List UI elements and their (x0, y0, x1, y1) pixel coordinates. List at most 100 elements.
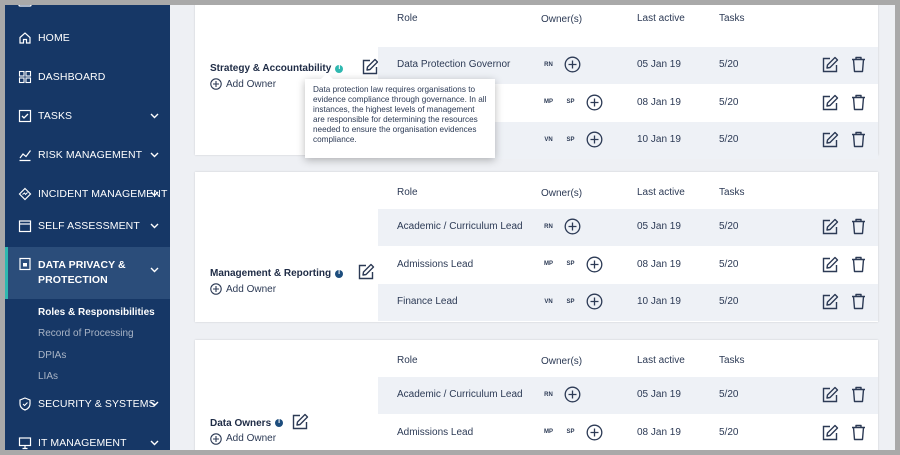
sidebar-item-home[interactable]: HOME (5, 23, 170, 53)
app-icon (18, 5, 32, 7)
sidebar-item-self-assessment[interactable]: SELF ASSESSMENT (5, 211, 170, 241)
table-row: Admissions Lead MP SP 08 Jan 19 5/20 (378, 415, 878, 451)
owner-avatar[interactable]: RN (541, 387, 556, 402)
last-active-date: 05 Jan 19 (637, 221, 681, 232)
role-name: Academic / Curriculum Lead (397, 389, 523, 400)
task-count: 5/20 (719, 389, 739, 400)
assessment-icon (18, 219, 32, 233)
subnav-record-of-processing[interactable]: Record of Processing (38, 328, 134, 339)
sidebar-item-security-systems[interactable]: SECURITY & SYSTEMS (5, 389, 170, 419)
add-owner-icon[interactable] (586, 131, 603, 148)
group-title: Data Owners (210, 413, 309, 434)
plus-circle-icon (210, 432, 222, 445)
task-count: 5/20 (719, 296, 739, 307)
add-owner-button[interactable]: Add Owner (210, 283, 276, 295)
owner-avatar[interactable]: SP (563, 294, 578, 309)
last-active-date: 08 Jan 19 (637, 258, 681, 270)
edit-icon[interactable] (821, 94, 839, 112)
info-icon[interactable] (335, 64, 344, 73)
sidebar-item-dashboard[interactable]: DASHBOARD (5, 62, 170, 92)
trash-icon[interactable] (851, 131, 866, 148)
sidebar-item-data-privacy[interactable]: DATA PRIVACY & PROTECTION (5, 247, 170, 299)
edit-group-button[interactable] (357, 263, 375, 284)
last-active-date: 05 Jan 19 (637, 59, 681, 70)
task-count: 5/20 (719, 59, 739, 70)
table-row: Academic / Curriculum Lead RN 05 Jan 19 5/2… (378, 377, 878, 414)
add-owner-icon[interactable] (586, 293, 603, 310)
group-info: Data OwnersAdd Owner (195, 340, 378, 450)
column-header-owners: Owner(s) (541, 188, 583, 199)
table-row: Academic / Curriculum Lead RN 05 Jan 19 5/2… (378, 209, 878, 246)
role-name: Finance Lead (397, 296, 458, 307)
sidebar-item-label: RISK MANAGEMENT (38, 149, 143, 161)
task-count: 5/20 (719, 96, 739, 108)
sidebar-item-risk-management[interactable]: RISK MANAGEMENT (5, 140, 170, 170)
owner-avatar[interactable]: SP (563, 95, 578, 110)
edit-icon[interactable] (821, 424, 839, 442)
trash-icon[interactable] (851, 386, 866, 403)
edit-icon[interactable] (821, 218, 839, 236)
edit-icon[interactable] (821, 293, 839, 311)
owner-avatar[interactable]: SP (563, 425, 578, 440)
subnav-roles-responsibilities[interactable]: Roles & Responsibilities (38, 307, 155, 318)
dashboard-icon (18, 70, 32, 84)
subnav-dpias[interactable]: DPIAs (38, 350, 66, 361)
incident-icon (18, 187, 32, 201)
chart-icon (18, 148, 32, 162)
column-header-tasks: Tasks (719, 355, 745, 366)
edit-icon[interactable] (821, 386, 839, 404)
edit-group-button[interactable] (291, 413, 309, 434)
last-active-date: 10 Jan 19 (637, 134, 681, 145)
task-count: 5/20 (719, 426, 739, 438)
shield-icon (18, 397, 32, 411)
trash-icon[interactable] (851, 256, 866, 273)
trash-icon[interactable] (851, 94, 866, 111)
owner-avatar[interactable]: RN (541, 219, 556, 234)
owner-avatar[interactable]: VN (541, 132, 556, 147)
info-icon[interactable] (275, 418, 284, 427)
add-owner-icon[interactable] (564, 56, 581, 73)
sidebar-item-incident-management[interactable]: INCIDENT MANAGEMENT (5, 179, 170, 209)
trash-icon[interactable] (851, 218, 866, 235)
info-icon[interactable] (335, 269, 344, 278)
sidebar-item-it-management[interactable]: IT MANAGEMENT (5, 428, 170, 450)
task-count: 5/20 (719, 134, 739, 145)
role-name: Academic / Curriculum Lead (397, 221, 523, 232)
lock-icon (18, 257, 32, 271)
last-active-date: 10 Jan 19 (637, 296, 681, 307)
add-owner-icon[interactable] (564, 386, 581, 403)
trash-icon[interactable] (851, 293, 866, 310)
trash-icon[interactable] (851, 424, 866, 441)
owner-avatar[interactable]: VN (541, 294, 556, 309)
owner-avatar[interactable]: MP (541, 95, 556, 110)
add-owner-button[interactable]: Add Owner (210, 78, 276, 90)
owner-avatar[interactable]: MP (541, 425, 556, 440)
owner-avatar[interactable]: RN (541, 57, 556, 72)
table-row: Finance Lead VN SP 10 Jan 19 5/20 (378, 284, 878, 321)
edit-icon[interactable] (821, 131, 839, 149)
column-header-owners: Owner(s) (541, 356, 583, 367)
add-owner-icon[interactable] (586, 94, 603, 111)
edit-icon[interactable] (821, 256, 839, 274)
column-header-role: Role (397, 13, 418, 24)
sidebar: HOME DASHBOARD TASKS RISK MANAGEMENT INC… (5, 5, 170, 450)
trash-icon[interactable] (851, 56, 866, 73)
sidebar-item-label: DATA PRIVACY & PROTECTION (38, 259, 126, 286)
add-owner-icon[interactable] (564, 218, 581, 235)
add-owner-icon[interactable] (586, 424, 603, 441)
sidebar-item-label: HOME (38, 32, 70, 44)
owner-avatar[interactable]: SP (563, 132, 578, 147)
sidebar-item-tasks[interactable]: TASKS (5, 101, 170, 131)
sidebar-item-label: SECURITY & SYSTEMS (38, 398, 156, 410)
chevron-down-icon (150, 401, 159, 407)
add-owner-icon[interactable] (586, 256, 603, 273)
subnav-lias[interactable]: LIAs (38, 371, 58, 382)
owner-avatar[interactable]: SP (563, 257, 578, 272)
column-header-last-active: Last active (637, 355, 685, 366)
edit-icon[interactable] (821, 56, 839, 74)
chevron-down-icon (150, 152, 159, 158)
column-header-role: Role (397, 187, 418, 198)
edit-group-button[interactable] (361, 58, 379, 79)
owner-avatar[interactable]: MP (541, 257, 556, 272)
add-owner-button[interactable]: Add Owner (210, 432, 276, 445)
